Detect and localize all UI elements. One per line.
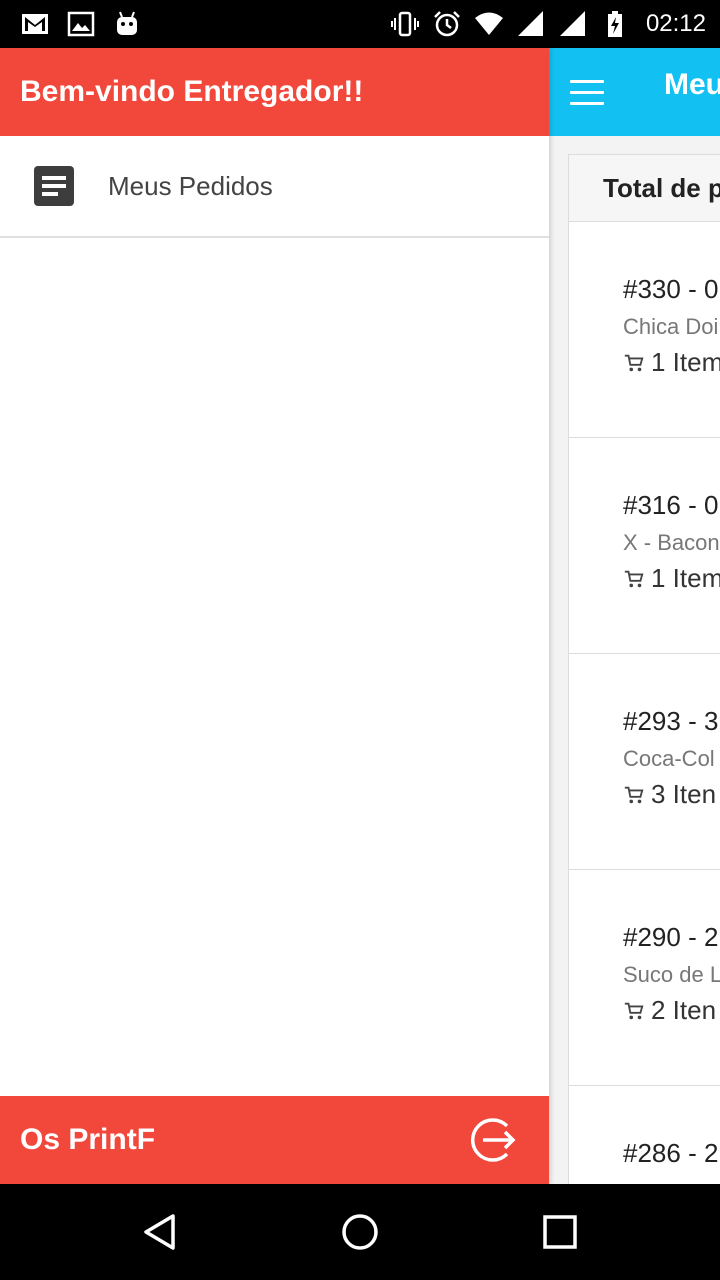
- drawer-title: Bem-vindo Entregador!!: [20, 75, 364, 108]
- total-header: Total de p: [568, 154, 720, 222]
- gallery-icon: [67, 11, 95, 37]
- drawer-header: Bem-vindo Entregador!!: [0, 48, 549, 136]
- order-card[interactable]: #286 - 2: [568, 1086, 720, 1184]
- recents-icon[interactable]: [540, 1212, 580, 1252]
- cart-icon: [624, 354, 644, 371]
- clock-time: 02:12: [645, 10, 706, 37]
- order-description: Chica Doi: [623, 314, 719, 339]
- menu-icon[interactable]: [570, 80, 604, 106]
- home-icon[interactable]: [340, 1212, 380, 1252]
- cart-icon: [624, 786, 644, 803]
- back-icon[interactable]: [140, 1212, 180, 1252]
- gmail-icon: [22, 14, 48, 34]
- order-id: #286 - 2: [623, 1138, 719, 1168]
- order-items: 3 Iten: [623, 779, 716, 810]
- order-description: Coca-Col: [623, 746, 715, 771]
- order-id: #330 - 0: [623, 274, 719, 304]
- order-items-count: 3 Iten: [651, 779, 717, 809]
- order-items: 1 Item: [623, 347, 720, 378]
- order-id: #316 - 0: [623, 490, 719, 520]
- footer-text: Os PrintF: [20, 1123, 156, 1156]
- order-items-count: 1 Item: [651, 347, 720, 377]
- navigation-drawer: Bem-vindo Entregador!! Meus Pedidos Os P…: [0, 48, 549, 1184]
- order-items-count: 1 Item: [651, 563, 720, 593]
- logout-icon[interactable]: [467, 1114, 519, 1166]
- order-id: #293 - 3: [623, 706, 719, 736]
- order-card[interactable]: #293 - 3 Coca-Col 3 Iten: [568, 654, 720, 870]
- alarm-icon: [434, 11, 460, 37]
- battery-charging-icon: [607, 11, 622, 37]
- order-items: 1 Item: [623, 563, 720, 594]
- cart-icon: [624, 1002, 644, 1019]
- signal-icon-2: [559, 11, 585, 36]
- order-items: 2 Iten: [623, 995, 716, 1026]
- drawer-item-label: Meus Pedidos: [108, 170, 273, 201]
- cart-icon: [624, 570, 644, 587]
- drawer-footer: Os PrintF: [0, 1096, 549, 1184]
- order-card[interactable]: #290 - 2 Suco de L 2 Iten: [568, 870, 720, 1086]
- main-title: Meu: [664, 68, 720, 101]
- order-card[interactable]: #316 - 0 X - Bacon 1 Item: [568, 438, 720, 654]
- orders-list: Total de p #330 - 0 Chica Doi 1 Item #31…: [568, 154, 720, 1184]
- order-id: #290 - 2: [623, 922, 719, 952]
- order-card[interactable]: #330 - 0 Chica Doi 1 Item: [568, 222, 720, 438]
- navigation-bar: [0, 1184, 720, 1280]
- status-bar: 02:12: [0, 0, 720, 48]
- order-description: Suco de L: [623, 962, 720, 987]
- vibrate-icon: [390, 11, 419, 37]
- drawer-item-meus-pedidos[interactable]: Meus Pedidos: [0, 136, 549, 238]
- document-icon: [34, 166, 74, 206]
- order-items-count: 2 Iten: [651, 995, 717, 1025]
- order-description: X - Bacon: [623, 530, 720, 555]
- signal-icon: [517, 11, 543, 36]
- android-icon: [117, 11, 137, 35]
- wifi-icon: [474, 12, 503, 35]
